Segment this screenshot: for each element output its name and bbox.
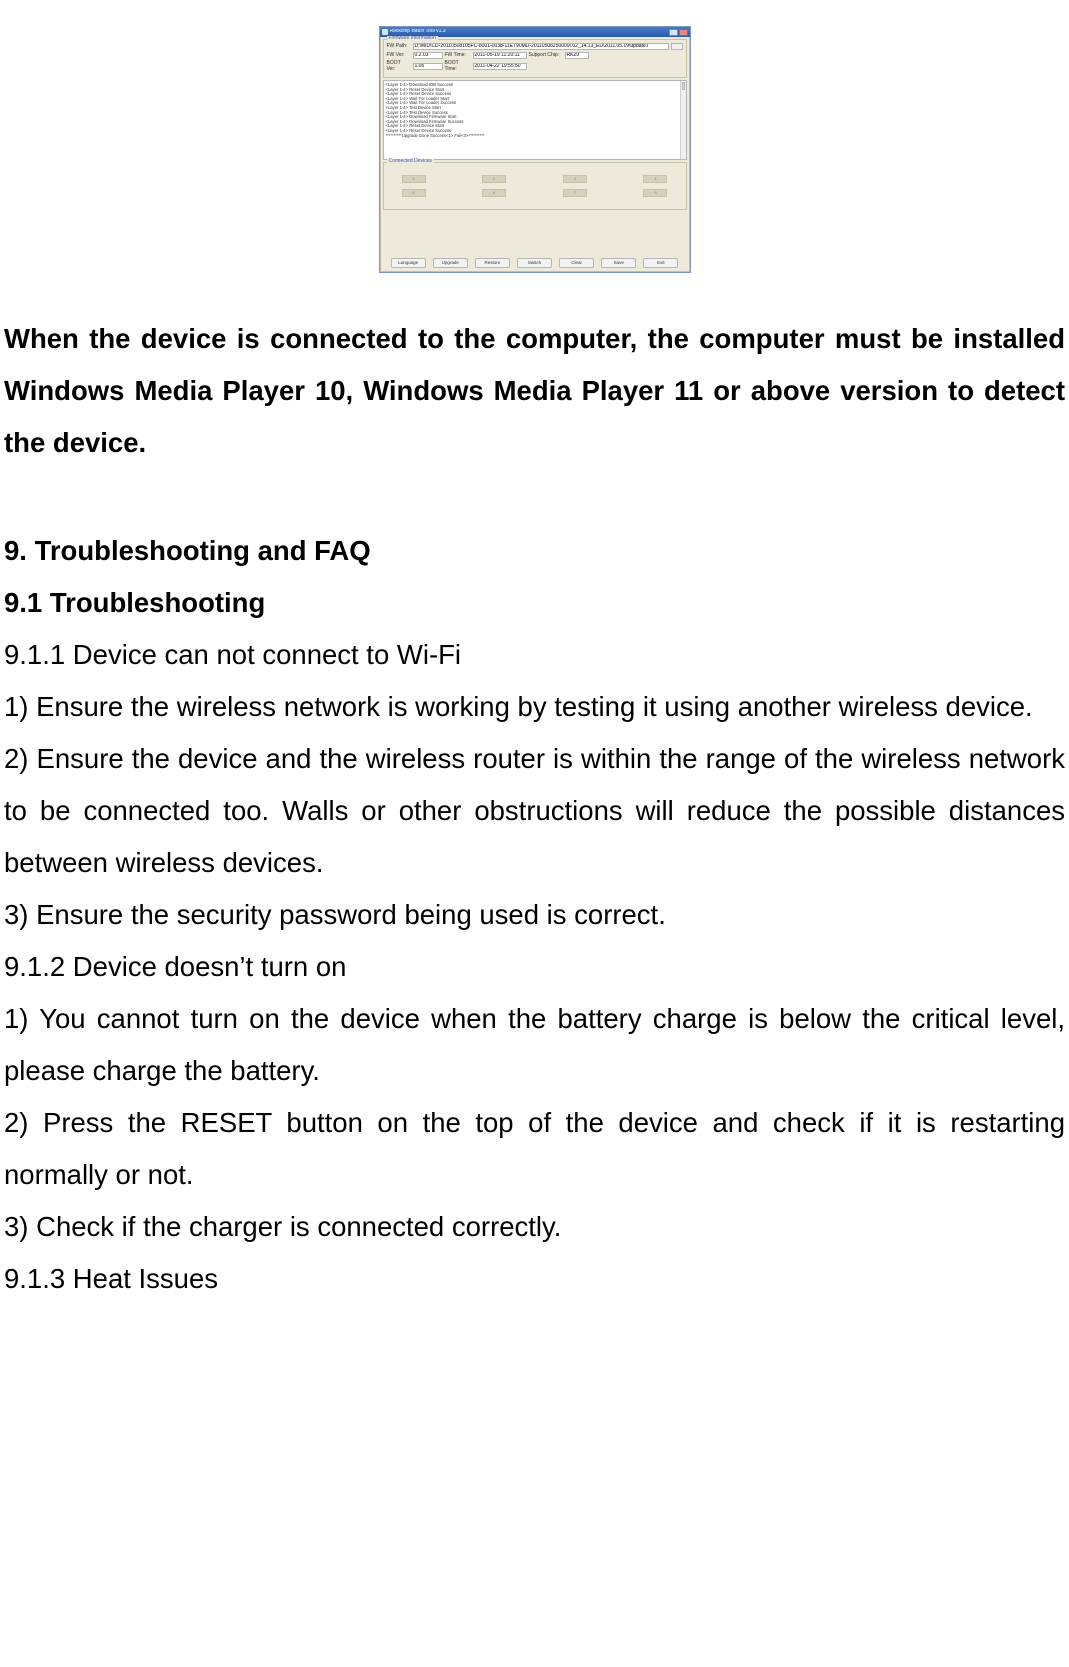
fw-path-label: FW Path: [387,44,411,50]
subsection-9-1-3-title: 9.1.3 Heat Issues [4,1253,1065,1293]
clear-button[interactable]: Clear [559,258,594,268]
window-title: Rockchip Batch Tool v1.3 [390,29,669,35]
item-9-1-1-1: 1) Ensure the wireless network is workin… [4,681,1065,733]
boot-time-label: BOOT Time: [445,61,471,72]
subsection-9-1-2-title: 9.1.2 Device doesn’t turn on [4,941,1065,993]
subsection-9-1-1-title: 9.1.1 Device can not connect to Wi-Fi [4,629,1065,681]
item-9-1-2-1: 1) You cannot turn on the device when th… [4,993,1065,1097]
button-row: Language Upgrade Restore Switch Clear Sa… [380,258,690,268]
tool-window: Rockchip Batch Tool v1.3 Firmware Inform… [379,26,691,273]
device-slot: 8 [643,189,667,197]
item-9-1-1-2: 2) Ensure the device and the wireless ro… [4,733,1065,889]
device-slot: 2 [482,175,506,183]
switch-button[interactable]: Switch [517,258,552,268]
exit-button[interactable]: Exit [643,258,678,268]
firmware-info-group: Firmware Information FW Path: D:\MID\CD-… [383,39,687,78]
language-button[interactable]: Language [391,258,426,268]
section-heading-9: 9. Troubleshooting and FAQ [4,525,1065,577]
device-slot: 4 [643,175,667,183]
boot-ver-field: 1.05 [413,63,443,70]
connected-devices-group: Connected Devices 1 2 3 4 5 6 7 8 [383,162,687,210]
upgrade-button[interactable]: Upgrade [433,258,468,268]
fw-ver-field: 0.2.03 [413,52,443,59]
device-slot: 5 [402,189,426,197]
device-slot: 1 [402,175,426,183]
close-icon[interactable] [679,29,688,36]
fw-ver-label: FW Ver: [387,53,411,59]
boot-time-field: 2011-04-22 19:55:50 [473,63,527,70]
scrollbar[interactable] [680,81,686,159]
connected-devices-label: Connected Devices [387,159,434,165]
device-slot: 3 [563,175,587,183]
fw-path-field[interactable]: D:\MID\CD-20110508105FC-8001-0038-11ET90… [413,43,669,50]
support-chip-label: Support Chip: [529,53,563,59]
item-9-1-2-2: 2) Press the RESET button on the top of … [4,1097,1065,1201]
app-icon [382,29,388,35]
fw-time-field: 2011-05-19 11:20:11 [473,52,527,59]
restore-button[interactable]: Restore [475,258,510,268]
section-heading-9-1: 9.1 Troubleshooting [4,577,1065,629]
intro-paragraph: When the device is connected to the comp… [4,313,1065,469]
device-slot: 7 [563,189,587,197]
browse-button[interactable] [671,43,683,50]
item-9-1-1-3: 3) Ensure the security password being us… [4,889,1065,941]
minimize-icon[interactable] [669,29,678,36]
log-line: **********Upgrade Done Success<1> Fail<0… [386,134,684,139]
fw-time-label: FW Time: [445,53,471,59]
firmware-group-label: Firmware Information [387,36,438,42]
log-box: <Layer 1-4> Download IDB Success <Layer … [383,80,687,160]
boot-ver-label: BOOT Ver: [387,61,411,72]
save-button[interactable]: Save [601,258,636,268]
support-chip-field: RK29 [565,52,589,59]
item-9-1-2-3: 3) Check if the charger is connected cor… [4,1201,1065,1253]
device-slot: 6 [482,189,506,197]
